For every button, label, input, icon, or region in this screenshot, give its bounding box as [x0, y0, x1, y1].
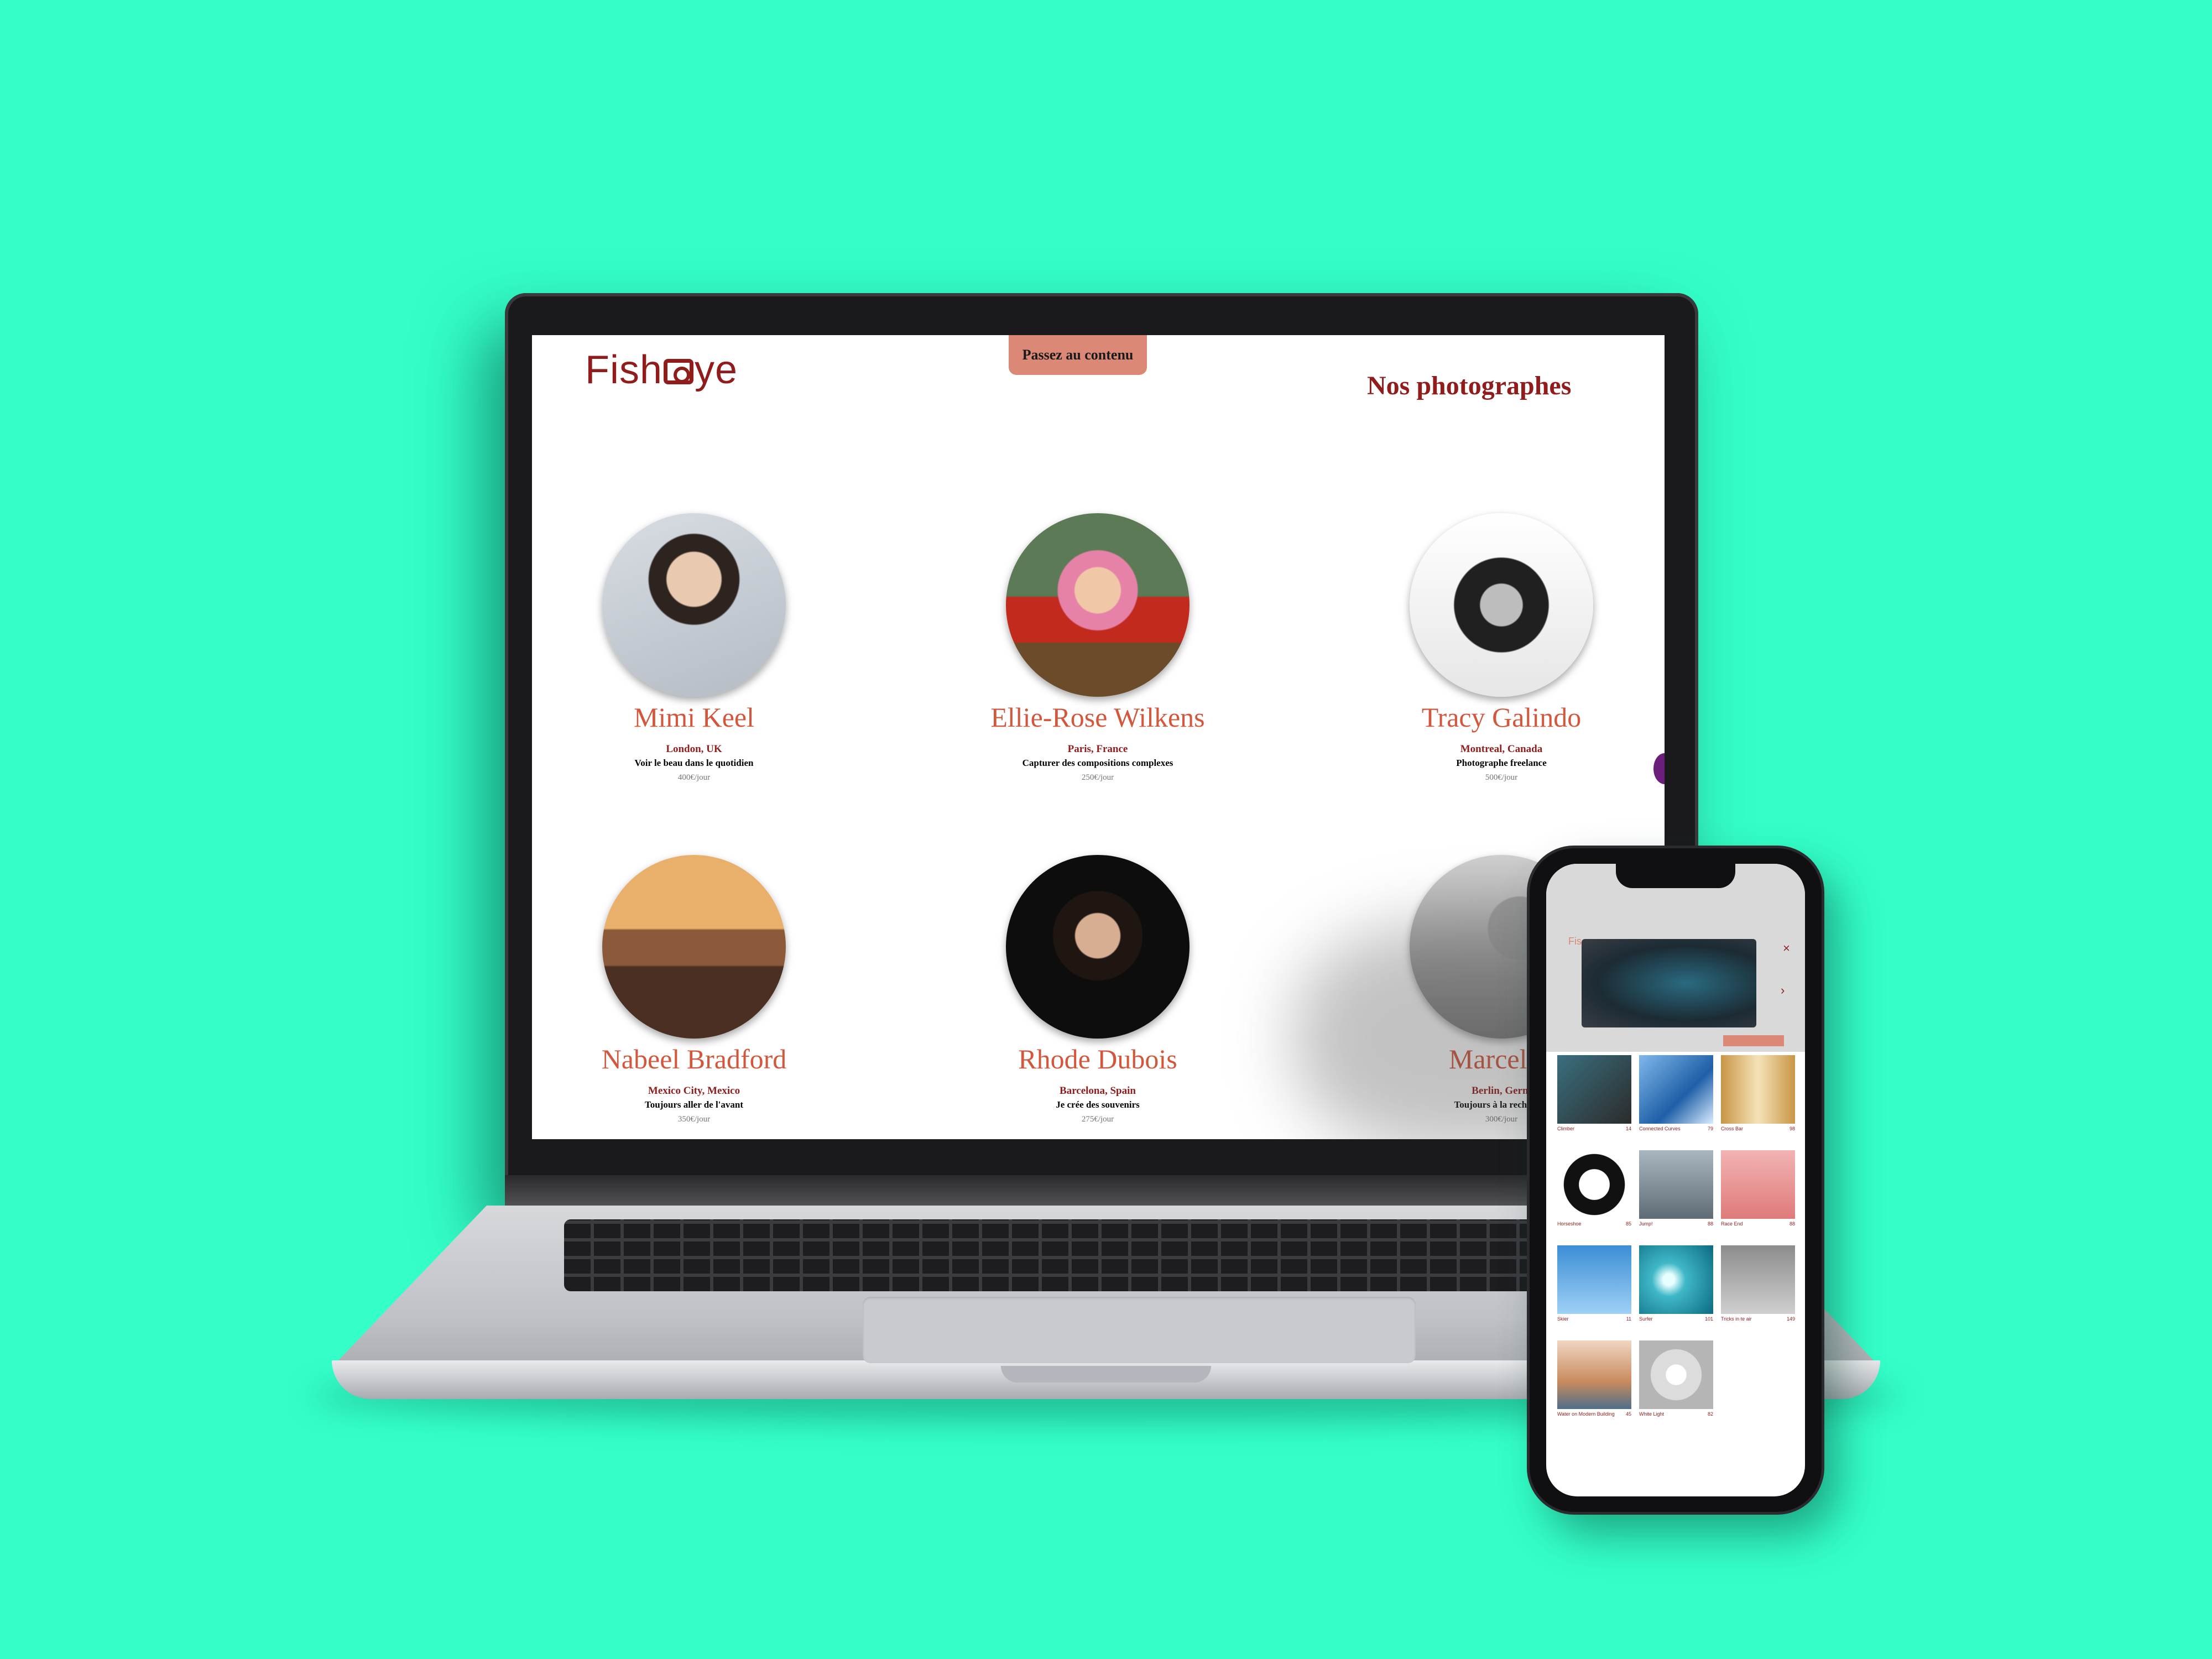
media-card[interactable]: Cross Bar 98	[1721, 1055, 1795, 1131]
avatar[interactable]	[1006, 855, 1190, 1039]
media-card[interactable]: White Light 82	[1639, 1340, 1713, 1417]
photographer-price: 275€/jour	[1081, 1115, 1114, 1124]
photographer-card-ellie-rose-wilkens[interactable]: Ellie-Rose Wilkens Paris, France Capture…	[937, 513, 1258, 782]
media-title: Skier	[1557, 1316, 1569, 1322]
phone-header: Fis × ›	[1546, 864, 1805, 1052]
camera-icon	[664, 359, 694, 384]
media-likes: 98	[1789, 1126, 1795, 1131]
photographer-name[interactable]: Rhode Dubois	[937, 1043, 1258, 1075]
close-icon[interactable]: ×	[1783, 941, 1790, 956]
media-title: White Light	[1639, 1411, 1665, 1417]
photographer-price: 350€/jour	[677, 1115, 711, 1124]
photographer-price: 500€/jour	[1485, 773, 1518, 782]
media-card[interactable]: Race End 88	[1721, 1150, 1795, 1227]
photographer-tagline: Capturer des compositions complexes	[1022, 758, 1173, 768]
photographer-name[interactable]: Mimi Keel	[534, 701, 854, 733]
photographer-price: 250€/jour	[1081, 773, 1114, 782]
avatar[interactable]	[602, 513, 786, 697]
photographer-tagline: Voir le beau dans le quotidien	[634, 758, 754, 768]
photographer-tagline: Toujours aller de l'avant	[644, 1099, 744, 1110]
media-card[interactable]: Climber 14	[1557, 1055, 1631, 1131]
media-likes: 101	[1704, 1316, 1713, 1322]
photographer-location: Montreal, Canada	[1460, 743, 1543, 755]
media-card[interactable]: Connected Curves 79	[1639, 1055, 1713, 1131]
avatar[interactable]	[1006, 513, 1190, 697]
media-title: Surfer	[1639, 1316, 1653, 1322]
avatar[interactable]	[602, 855, 786, 1039]
photographer-location: Barcelona, Spain	[1060, 1085, 1136, 1097]
laptop-keyboard	[564, 1219, 1648, 1291]
avatar[interactable]	[1410, 513, 1593, 697]
fisheye-logo[interactable]: Fish ye	[585, 347, 738, 393]
media-card[interactable]: Water on Modern Building 45	[1557, 1340, 1631, 1417]
media-likes: 79	[1707, 1126, 1713, 1131]
laptop-hinge	[505, 1175, 1698, 1208]
photographer-price: 400€/jour	[677, 773, 711, 782]
media-likes: 85	[1625, 1221, 1631, 1227]
media-likes: 88	[1789, 1221, 1795, 1227]
photographer-card-mimi-keel[interactable]: Mimi Keel London, UK Voir le beau dans l…	[534, 513, 854, 782]
skip-to-content-link[interactable]: Passez au contenu	[1009, 335, 1147, 375]
photographer-location: Paris, France	[1067, 743, 1128, 755]
media-title: Horseshoe	[1557, 1221, 1582, 1227]
media-title: Tricks in te air	[1721, 1316, 1752, 1322]
media-title: Climber	[1557, 1126, 1575, 1131]
media-likes: 14	[1625, 1126, 1631, 1131]
laptop-open-notch	[1001, 1366, 1211, 1383]
sort-select[interactable]	[1723, 1035, 1784, 1046]
media-likes: 149	[1786, 1316, 1795, 1322]
photographer-name[interactable]: Ellie-Rose Wilkens	[937, 701, 1258, 733]
media-likes: 11	[1626, 1316, 1631, 1322]
photographer-card-rhode-dubois[interactable]: Rhode Dubois Barcelona, Spain Je crée de…	[937, 855, 1258, 1124]
phone-notch	[1616, 860, 1735, 888]
phone-screen: Fis × › Climber 14 Connected Curves 79 Cro…	[1546, 864, 1805, 1496]
photographer-tagline: Je crée des souvenirs	[1056, 1099, 1140, 1110]
media-card[interactable]: Jump! 88	[1639, 1150, 1713, 1227]
media-title: Connected Curves	[1639, 1126, 1681, 1131]
media-card[interactable]: Skier 11	[1557, 1245, 1631, 1322]
laptop-trackpad	[863, 1297, 1416, 1363]
media-title: Jump!	[1639, 1221, 1653, 1227]
media-card[interactable]: Horseshoe 85	[1557, 1150, 1631, 1227]
photographer-tagline: Photographe freelance	[1456, 758, 1547, 768]
media-likes: 45	[1625, 1411, 1631, 1417]
photographer-location: Mexico City, Mexico	[648, 1085, 740, 1097]
media-card[interactable]: Tricks in te air 149	[1721, 1245, 1795, 1322]
lightbox-image	[1582, 939, 1756, 1027]
photographer-card-tracy-galindo[interactable]: Tracy Galindo Montreal, Canada Photograp…	[1341, 513, 1662, 782]
laptop-screen: Fish ye Passez au contenu Nos photographe…	[532, 335, 1665, 1139]
photographer-location: London, UK	[666, 743, 722, 755]
chevron-right-icon[interactable]: ›	[1781, 983, 1785, 998]
phone-logo[interactable]: Fis	[1568, 936, 1582, 947]
media-title: Race End	[1721, 1221, 1743, 1227]
photographer-card-nabeel-bradford[interactable]: Nabeel Bradford Mexico City, Mexico Touj…	[534, 855, 854, 1124]
media-likes: 88	[1707, 1221, 1713, 1227]
media-title: Water on Modern Building	[1557, 1411, 1615, 1417]
photographer-name[interactable]: Nabeel Bradford	[534, 1043, 854, 1075]
media-likes: 82	[1707, 1411, 1713, 1417]
media-title: Cross Bar	[1721, 1126, 1744, 1131]
media-card[interactable]: Surfer 101	[1639, 1245, 1713, 1322]
photographer-name[interactable]: Tracy Galindo	[1341, 701, 1662, 733]
page-title: Nos photographes	[1367, 371, 1572, 400]
